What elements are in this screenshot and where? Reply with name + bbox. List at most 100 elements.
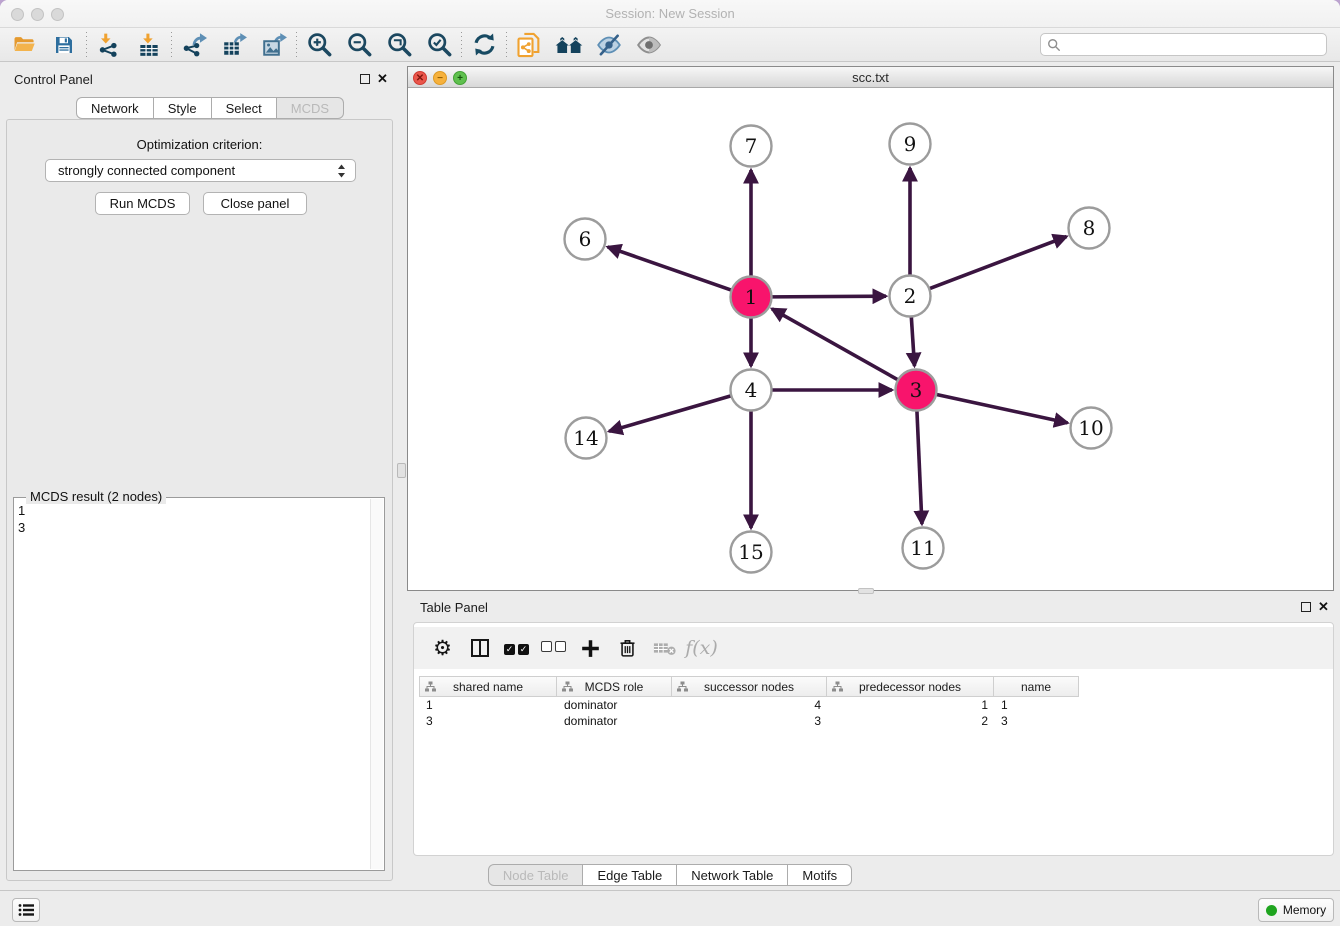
column-header-name[interactable]: name [994, 676, 1079, 697]
deselect-all-button[interactable] [535, 631, 572, 665]
node-14[interactable]: 14 [566, 418, 607, 459]
mcds-result-list[interactable]: 13 [18, 502, 25, 536]
horizontal-splitter-handle[interactable] [858, 588, 874, 594]
node-3[interactable]: 3 [896, 370, 937, 411]
edge-2-8[interactable] [930, 237, 1067, 289]
search-field[interactable] [1040, 33, 1327, 56]
table-cell[interactable]: 2 [827, 713, 994, 729]
refresh-button[interactable] [464, 30, 504, 60]
table-row[interactable]: 1dominator411 [419, 697, 1079, 713]
column-header-MCDS-role[interactable]: MCDS role [557, 676, 672, 697]
export-network-button[interactable] [174, 30, 214, 60]
show-all-button[interactable] [629, 30, 669, 60]
table-cell[interactable]: 4 [672, 697, 827, 713]
clone-network-button[interactable] [509, 30, 549, 60]
split-view-button[interactable] [461, 631, 498, 665]
dropdown-stepper-icon [333, 162, 349, 180]
status-bar: Memory [0, 890, 1340, 926]
table-cell[interactable]: 1 [419, 697, 557, 713]
node-8[interactable]: 8 [1069, 208, 1110, 249]
node-15[interactable]: 15 [731, 532, 772, 573]
table-cell[interactable]: 3 [419, 713, 557, 729]
vertical-splitter-handle[interactable] [397, 463, 406, 478]
export-table-icon [221, 32, 248, 58]
import-table-button[interactable] [129, 30, 169, 60]
table-tab-motifs[interactable]: Motifs [788, 864, 852, 886]
table-tab-network-table[interactable]: Network Table [677, 864, 788, 886]
toolbar-separator [171, 32, 172, 58]
task-history-button[interactable] [12, 898, 40, 922]
search-input[interactable] [1061, 38, 1326, 52]
table-panel-title: Table Panel [420, 600, 488, 615]
node-9[interactable]: 9 [890, 124, 931, 165]
houses-icon [554, 32, 584, 58]
node-11[interactable]: 11 [903, 528, 944, 569]
node-7[interactable]: 7 [731, 126, 772, 167]
table-cell[interactable]: 3 [672, 713, 827, 729]
table-tab-edge-table[interactable]: Edge Table [583, 864, 677, 886]
node-1[interactable]: 1 [731, 277, 772, 318]
node-10[interactable]: 10 [1071, 408, 1112, 449]
column-header-shared-name[interactable]: shared name [419, 676, 557, 697]
svg-text:9: 9 [904, 132, 917, 156]
column-header-predecessor-nodes[interactable]: predecessor nodes [827, 676, 994, 697]
network-canvas[interactable]: 7 9 6 8 1 2 4 3 14 10 15 11 [408, 88, 1333, 590]
node-2[interactable]: 2 [890, 276, 931, 317]
export-table-button[interactable] [214, 30, 254, 60]
column-header-successor-nodes[interactable]: successor nodes [672, 676, 827, 697]
tab-select[interactable]: Select [212, 97, 277, 119]
control-panel-tabs: NetworkStyleSelectMCDS [76, 97, 344, 119]
result-scrollbar[interactable] [370, 499, 383, 869]
delete-table-button[interactable] [609, 631, 646, 665]
edge-2-3[interactable] [911, 317, 914, 366]
select-all-button[interactable]: ✓✓ [498, 631, 535, 665]
close-panel-button[interactable]: Close panel [203, 192, 307, 215]
edge-3-1[interactable] [772, 309, 898, 380]
table-cell[interactable]: dominator [557, 713, 672, 729]
hide-selected-button[interactable] [589, 30, 629, 60]
tab-style[interactable]: Style [154, 97, 212, 119]
result-item[interactable]: 1 [18, 502, 25, 519]
import-network-button[interactable] [89, 30, 129, 60]
edge-4-14[interactable] [609, 396, 731, 431]
edge-1-6[interactable] [608, 247, 732, 290]
column-settings-button[interactable]: ⚙ [424, 631, 461, 665]
eye-icon [635, 32, 663, 58]
result-item[interactable]: 3 [18, 519, 25, 536]
node-6[interactable]: 6 [565, 219, 606, 260]
zoom-fit-button[interactable] [379, 30, 419, 60]
table-cell[interactable]: 1 [994, 697, 1079, 713]
tab-mcds[interactable]: MCDS [277, 97, 344, 119]
criterion-dropdown[interactable]: strongly connected component [45, 159, 356, 182]
close-panel-icon[interactable]: ✕ [377, 71, 388, 87]
float-table-panel-icon[interactable] [1301, 602, 1311, 612]
close-table-panel-icon[interactable]: ✕ [1318, 599, 1329, 615]
edge-1-2[interactable] [772, 296, 886, 297]
edge-3-10[interactable] [937, 394, 1068, 422]
table-tab-node-table[interactable]: Node Table [488, 864, 584, 886]
function-builder-button[interactable]: f(x) [683, 631, 720, 665]
search-icon [1047, 38, 1061, 52]
float-panel-icon[interactable] [360, 74, 370, 84]
table-cell[interactable]: dominator [557, 697, 672, 713]
export-image-button[interactable] [254, 30, 294, 60]
zoom-in-button[interactable] [299, 30, 339, 60]
delete-column-button[interactable] [646, 631, 683, 665]
zoom-selected-button[interactable] [419, 30, 459, 60]
toolbar-separator [506, 32, 507, 58]
table-cell[interactable]: 1 [827, 697, 994, 713]
table-row[interactable]: 3dominator323 [419, 713, 1079, 729]
node-4[interactable]: 4 [731, 370, 772, 411]
save-session-button[interactable] [44, 30, 84, 60]
tab-network[interactable]: Network [76, 97, 154, 119]
edge-3-11[interactable] [917, 411, 922, 524]
zoom-out-button[interactable] [339, 30, 379, 60]
table-cell[interactable]: 3 [994, 713, 1079, 729]
export-network-icon [181, 32, 207, 58]
add-column-button[interactable] [572, 631, 609, 665]
run-mcds-button[interactable]: Run MCDS [95, 192, 190, 215]
first-neighbors-button[interactable] [549, 30, 589, 60]
open-session-button[interactable] [4, 30, 44, 60]
application-window: Session: New Session [0, 0, 1340, 926]
memory-button[interactable]: Memory [1258, 898, 1334, 922]
